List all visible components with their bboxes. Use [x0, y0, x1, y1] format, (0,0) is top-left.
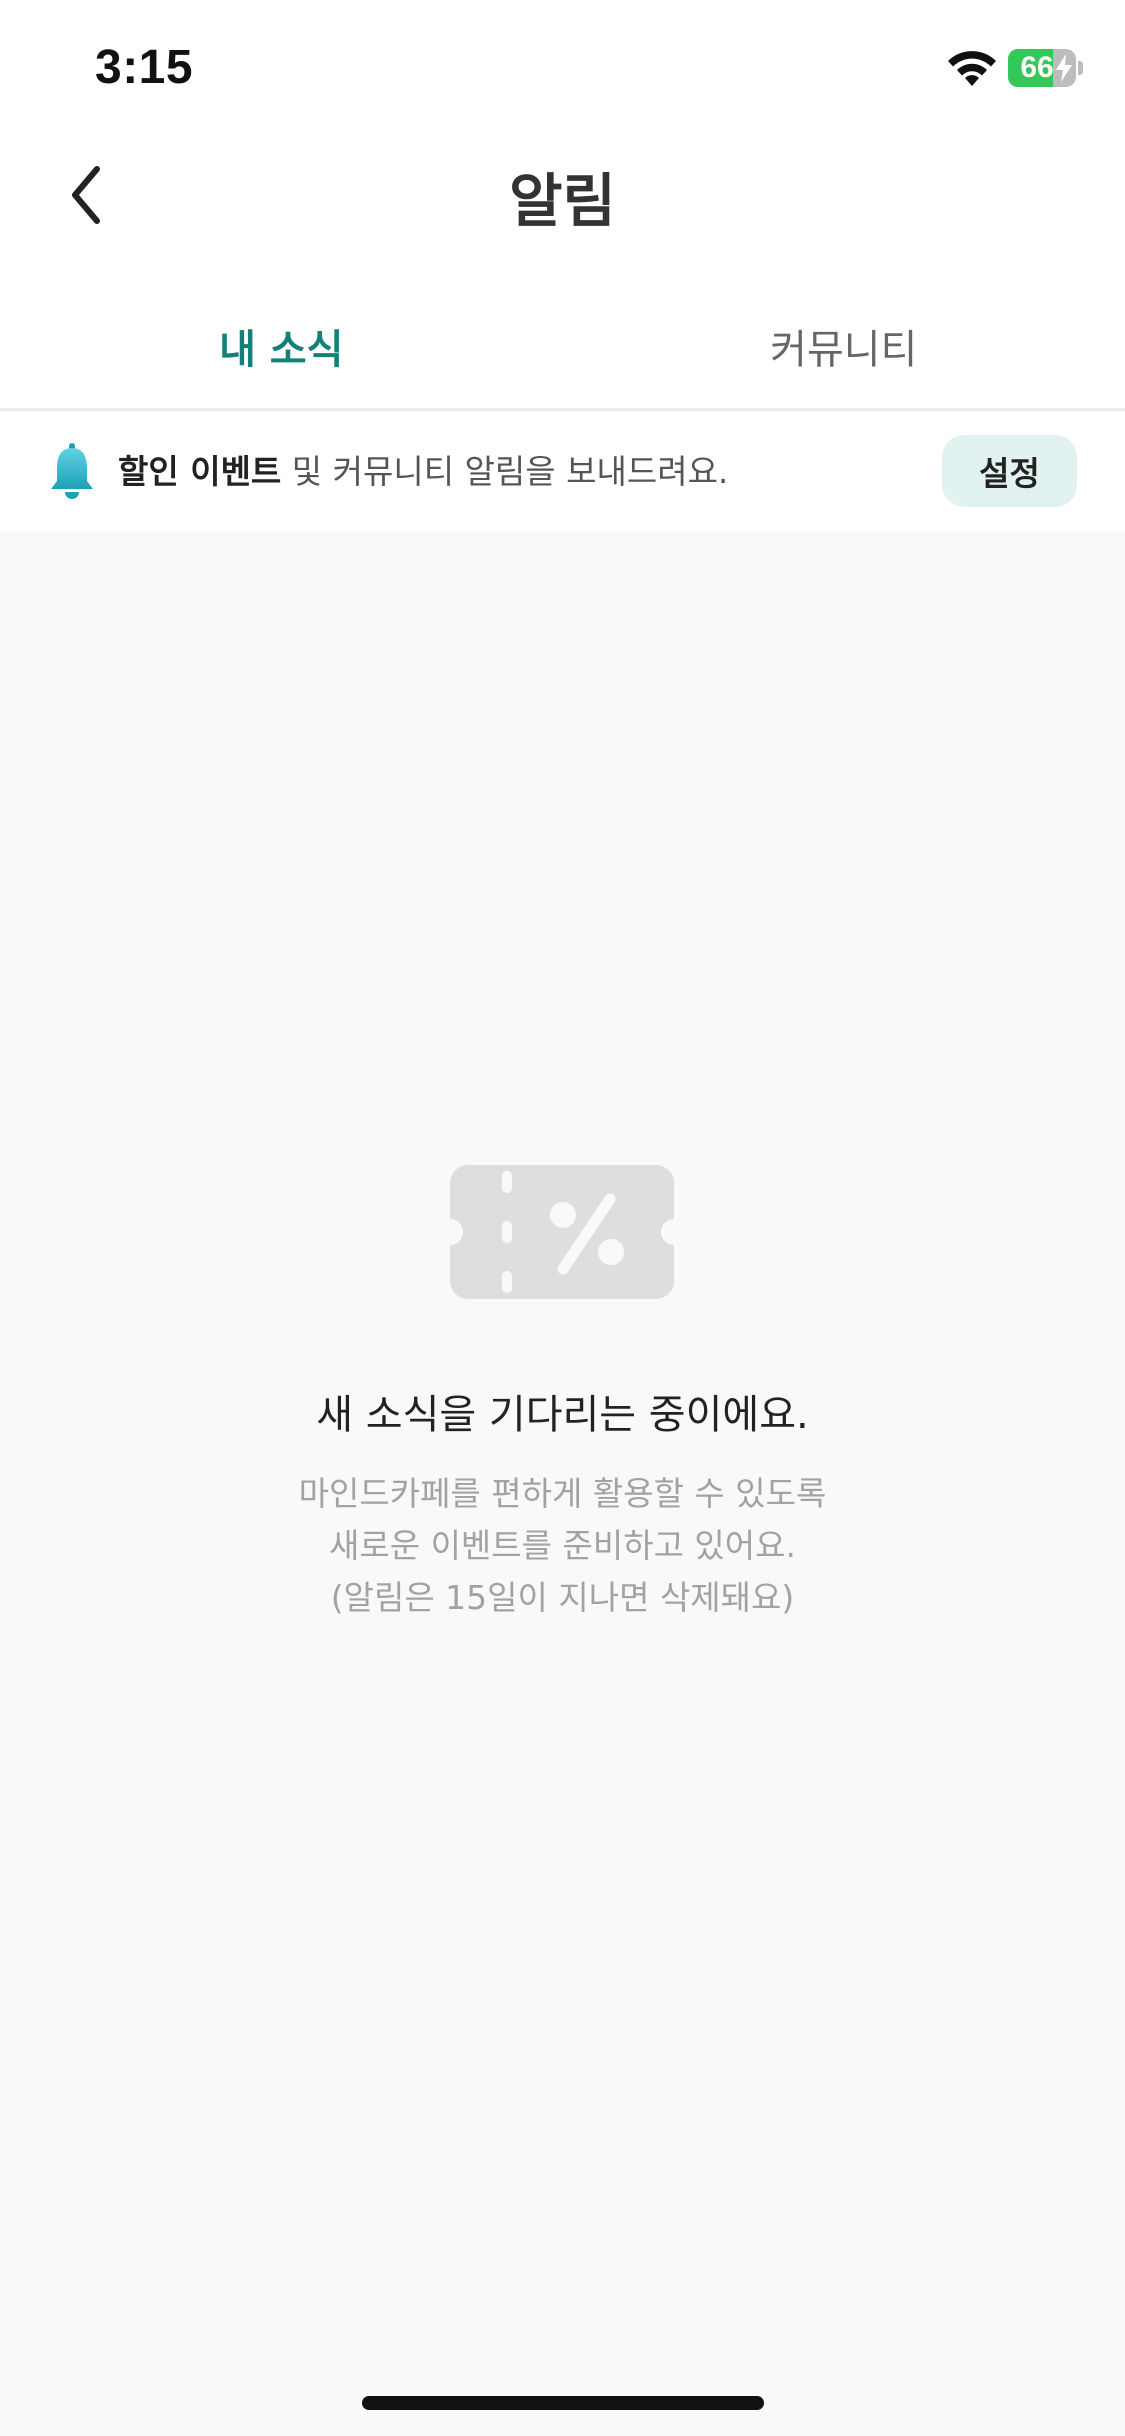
notifications-screen: 3:15 66 알림 내 소식 커뮤니티 할인 이벤트 및 커뮤니티 알림을 보…: [0, 0, 1125, 2436]
settings-button[interactable]: 설정: [942, 435, 1077, 507]
empty-state-line: 새로운 이벤트를 준비하고 있어요.: [329, 1526, 796, 1565]
home-indicator[interactable]: [362, 2396, 764, 2410]
battery-body: 66: [1008, 49, 1076, 87]
bolt-icon: [1056, 54, 1072, 82]
battery-cap: [1078, 61, 1083, 75]
tab-my-news[interactable]: 내 소식: [0, 282, 563, 410]
tab-bar: 내 소식 커뮤니티: [0, 282, 1125, 410]
notice-strong-text: 할인 이벤트: [118, 452, 282, 491]
wifi-icon: [948, 51, 996, 86]
notice-rest-text: 및 커뮤니티 알림을 보내드려요.: [281, 452, 729, 491]
battery-charging-icon: 66: [1008, 49, 1083, 87]
page-title: 알림: [509, 167, 616, 235]
empty-state-title: 새 소식을 기다리는 중이에요.: [316, 1392, 809, 1438]
empty-state-line: 마인드카페를 편하게 활용할 수 있도록: [298, 1474, 827, 1513]
notice-banner: 할인 이벤트 및 커뮤니티 알림을 보내드려요. 설정: [0, 411, 1125, 532]
status-time: 3:15: [95, 41, 194, 94]
notice-text: 할인 이벤트 및 커뮤니티 알림을 보내드려요.: [118, 411, 728, 532]
empty-state-line: (알림은 15일이 지나면 삭제돼요): [330, 1578, 795, 1617]
tab-community[interactable]: 커뮤니티: [563, 282, 1125, 410]
bell-icon: [51, 443, 93, 499]
coupon-percent-icon: [450, 1165, 674, 1299]
empty-state-description: 마인드카페를 편하게 활용할 수 있도록 새로운 이벤트를 준비하고 있어요. …: [0, 1468, 1125, 1624]
